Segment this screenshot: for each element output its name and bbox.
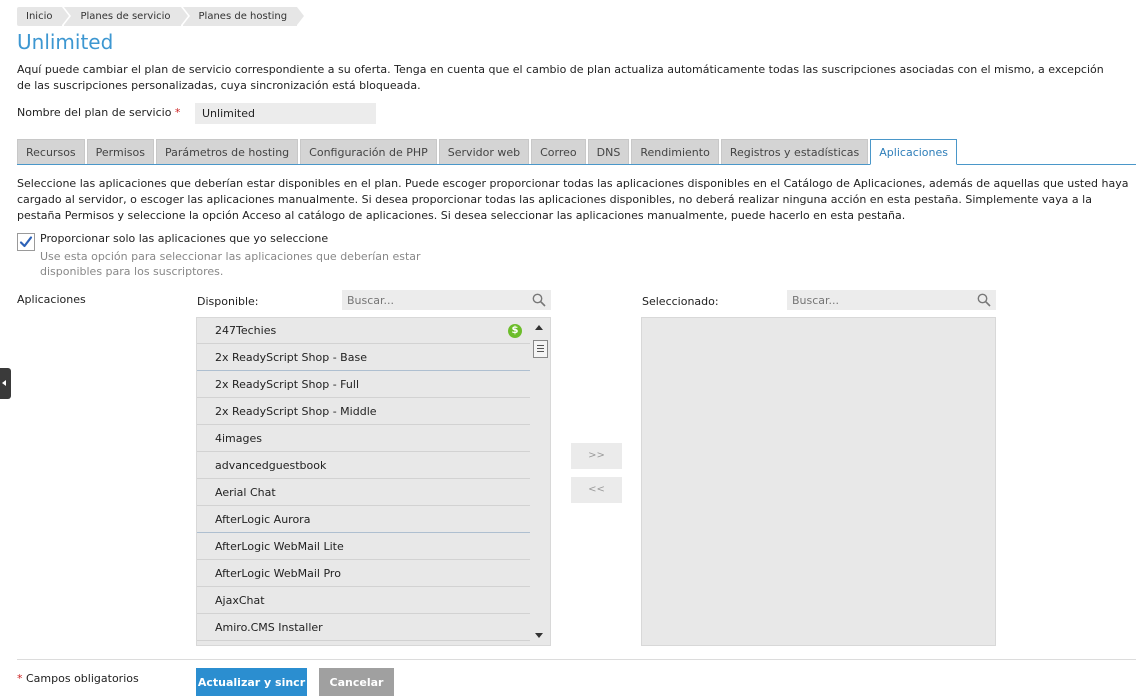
only-selected-hint: Use esta opción para seleccionar las apl… <box>40 250 421 278</box>
list-item[interactable]: Aerial Chat <box>197 480 530 506</box>
available-list[interactable]: 247Techies $ 2x ReadyScript Shop - Base … <box>196 317 551 646</box>
scrollbar-thumb[interactable] <box>533 340 548 358</box>
tab-applications[interactable]: Aplicaciones <box>870 139 957 165</box>
tab-mail[interactable]: Correo <box>531 139 586 164</box>
footer-divider <box>17 659 1136 660</box>
plan-name-label: Nombre del plan de servicio * <box>17 106 180 119</box>
selected-search-input[interactable] <box>787 290 996 310</box>
page-intro: Aquí puede cambiar el plan de servicio c… <box>17 63 1104 92</box>
app-name: AfterLogic WebMail Lite <box>215 540 344 553</box>
applications-label: Aplicaciones <box>17 293 86 306</box>
available-label: Disponible: <box>197 295 259 308</box>
app-name: 2x ReadyScript Shop - Base <box>215 351 367 364</box>
search-icon[interactable] <box>532 293 546 307</box>
selected-list[interactable] <box>641 317 996 646</box>
app-name: 2x ReadyScript Shop - Middle <box>215 405 377 418</box>
tab-performance[interactable]: Rendimiento <box>631 139 719 164</box>
tab-permissions[interactable]: Permisos <box>86 139 154 164</box>
tab-bar: Recursos Permisos Parámetros de hosting … <box>17 139 1136 165</box>
only-selected-label[interactable]: Proporcionar solo las aplicaciones que y… <box>40 232 328 245</box>
only-selected-checkbox[interactable] <box>17 233 35 251</box>
tab-logs-statistics[interactable]: Registros y estadísticas <box>720 139 869 164</box>
page-title: Unlimited <box>17 30 114 54</box>
list-item[interactable]: AfterLogic WebMail Lite <box>197 534 530 560</box>
required-fields-text: Campos obligatorios <box>26 672 139 685</box>
app-name: 2x ReadyScript Shop - Full <box>215 378 359 391</box>
selected-search <box>787 290 996 310</box>
available-search-input[interactable] <box>342 290 551 310</box>
required-mark: * <box>174 106 181 119</box>
app-name: AjaxChat <box>215 594 265 607</box>
app-name: advancedguestbook <box>215 459 327 472</box>
app-name: AfterLogic Aurora <box>215 513 311 526</box>
check-icon <box>19 236 33 248</box>
list-item[interactable]: AjaxChat <box>197 588 530 614</box>
required-mark: * <box>17 672 23 685</box>
app-name: 247Techies <box>215 324 277 337</box>
update-sync-button[interactable]: Actualizar y sincr <box>196 668 307 696</box>
list-item[interactable]: 2x ReadyScript Shop - Middle <box>197 399 530 425</box>
plan-name-label-text: Nombre del plan de servicio <box>17 106 172 119</box>
tab-hosting-parameters[interactable]: Parámetros de hosting <box>155 139 299 164</box>
cancel-button[interactable]: Cancelar <box>319 668 394 696</box>
scroll-up-arrow-icon[interactable] <box>535 325 543 330</box>
breadcrumb-hosting-plans[interactable]: Planes de hosting <box>182 7 306 26</box>
applications-description: Seleccione las aplicaciones que deberían… <box>17 177 1129 222</box>
app-name: 4images <box>215 432 262 445</box>
tab-dns[interactable]: DNS <box>587 139 630 164</box>
app-name: Aerial Chat <box>215 486 276 499</box>
breadcrumb-service-plans[interactable]: Planes de servicio <box>64 7 190 26</box>
app-name: Amiro.CMS Installer <box>215 621 323 634</box>
list-item[interactable]: advancedguestbook <box>197 453 530 479</box>
breadcrumb-home[interactable]: Inicio <box>17 7 73 26</box>
list-item[interactable]: AfterLogic WebMail Pro <box>197 561 530 587</box>
available-search <box>342 290 551 310</box>
tab-web-server[interactable]: Servidor web <box>438 139 530 164</box>
list-item[interactable]: 4images <box>197 426 530 452</box>
list-item[interactable]: 247Techies $ <box>197 318 530 344</box>
tab-php-settings[interactable]: Configuración de PHP <box>300 139 437 164</box>
add-selected-button[interactable]: >> <box>571 443 622 469</box>
list-item[interactable]: 2x ReadyScript Shop - Full <box>197 372 530 398</box>
available-list-scrollbar[interactable] <box>531 318 550 645</box>
list-item[interactable]: AfterLogic Aurora <box>197 507 530 533</box>
selected-label: Seleccionado: <box>642 295 719 308</box>
search-icon[interactable] <box>977 293 991 307</box>
list-item[interactable]: 2x ReadyScript Shop - Base <box>197 345 530 371</box>
list-item[interactable]: Amiro.CMS Installer <box>197 615 530 641</box>
dollar-icon: $ <box>508 324 522 338</box>
breadcrumb: Inicio Planes de servicio Planes de host… <box>17 7 306 26</box>
app-name: AfterLogic WebMail Pro <box>215 567 341 580</box>
scroll-down-arrow-icon[interactable] <box>535 633 543 638</box>
collapse-arrow-icon[interactable] <box>0 368 11 399</box>
required-fields-note: * Campos obligatorios <box>17 672 139 685</box>
remove-selected-button[interactable]: << <box>571 477 622 503</box>
plan-name-input[interactable] <box>195 103 376 124</box>
tab-resources[interactable]: Recursos <box>17 139 85 164</box>
